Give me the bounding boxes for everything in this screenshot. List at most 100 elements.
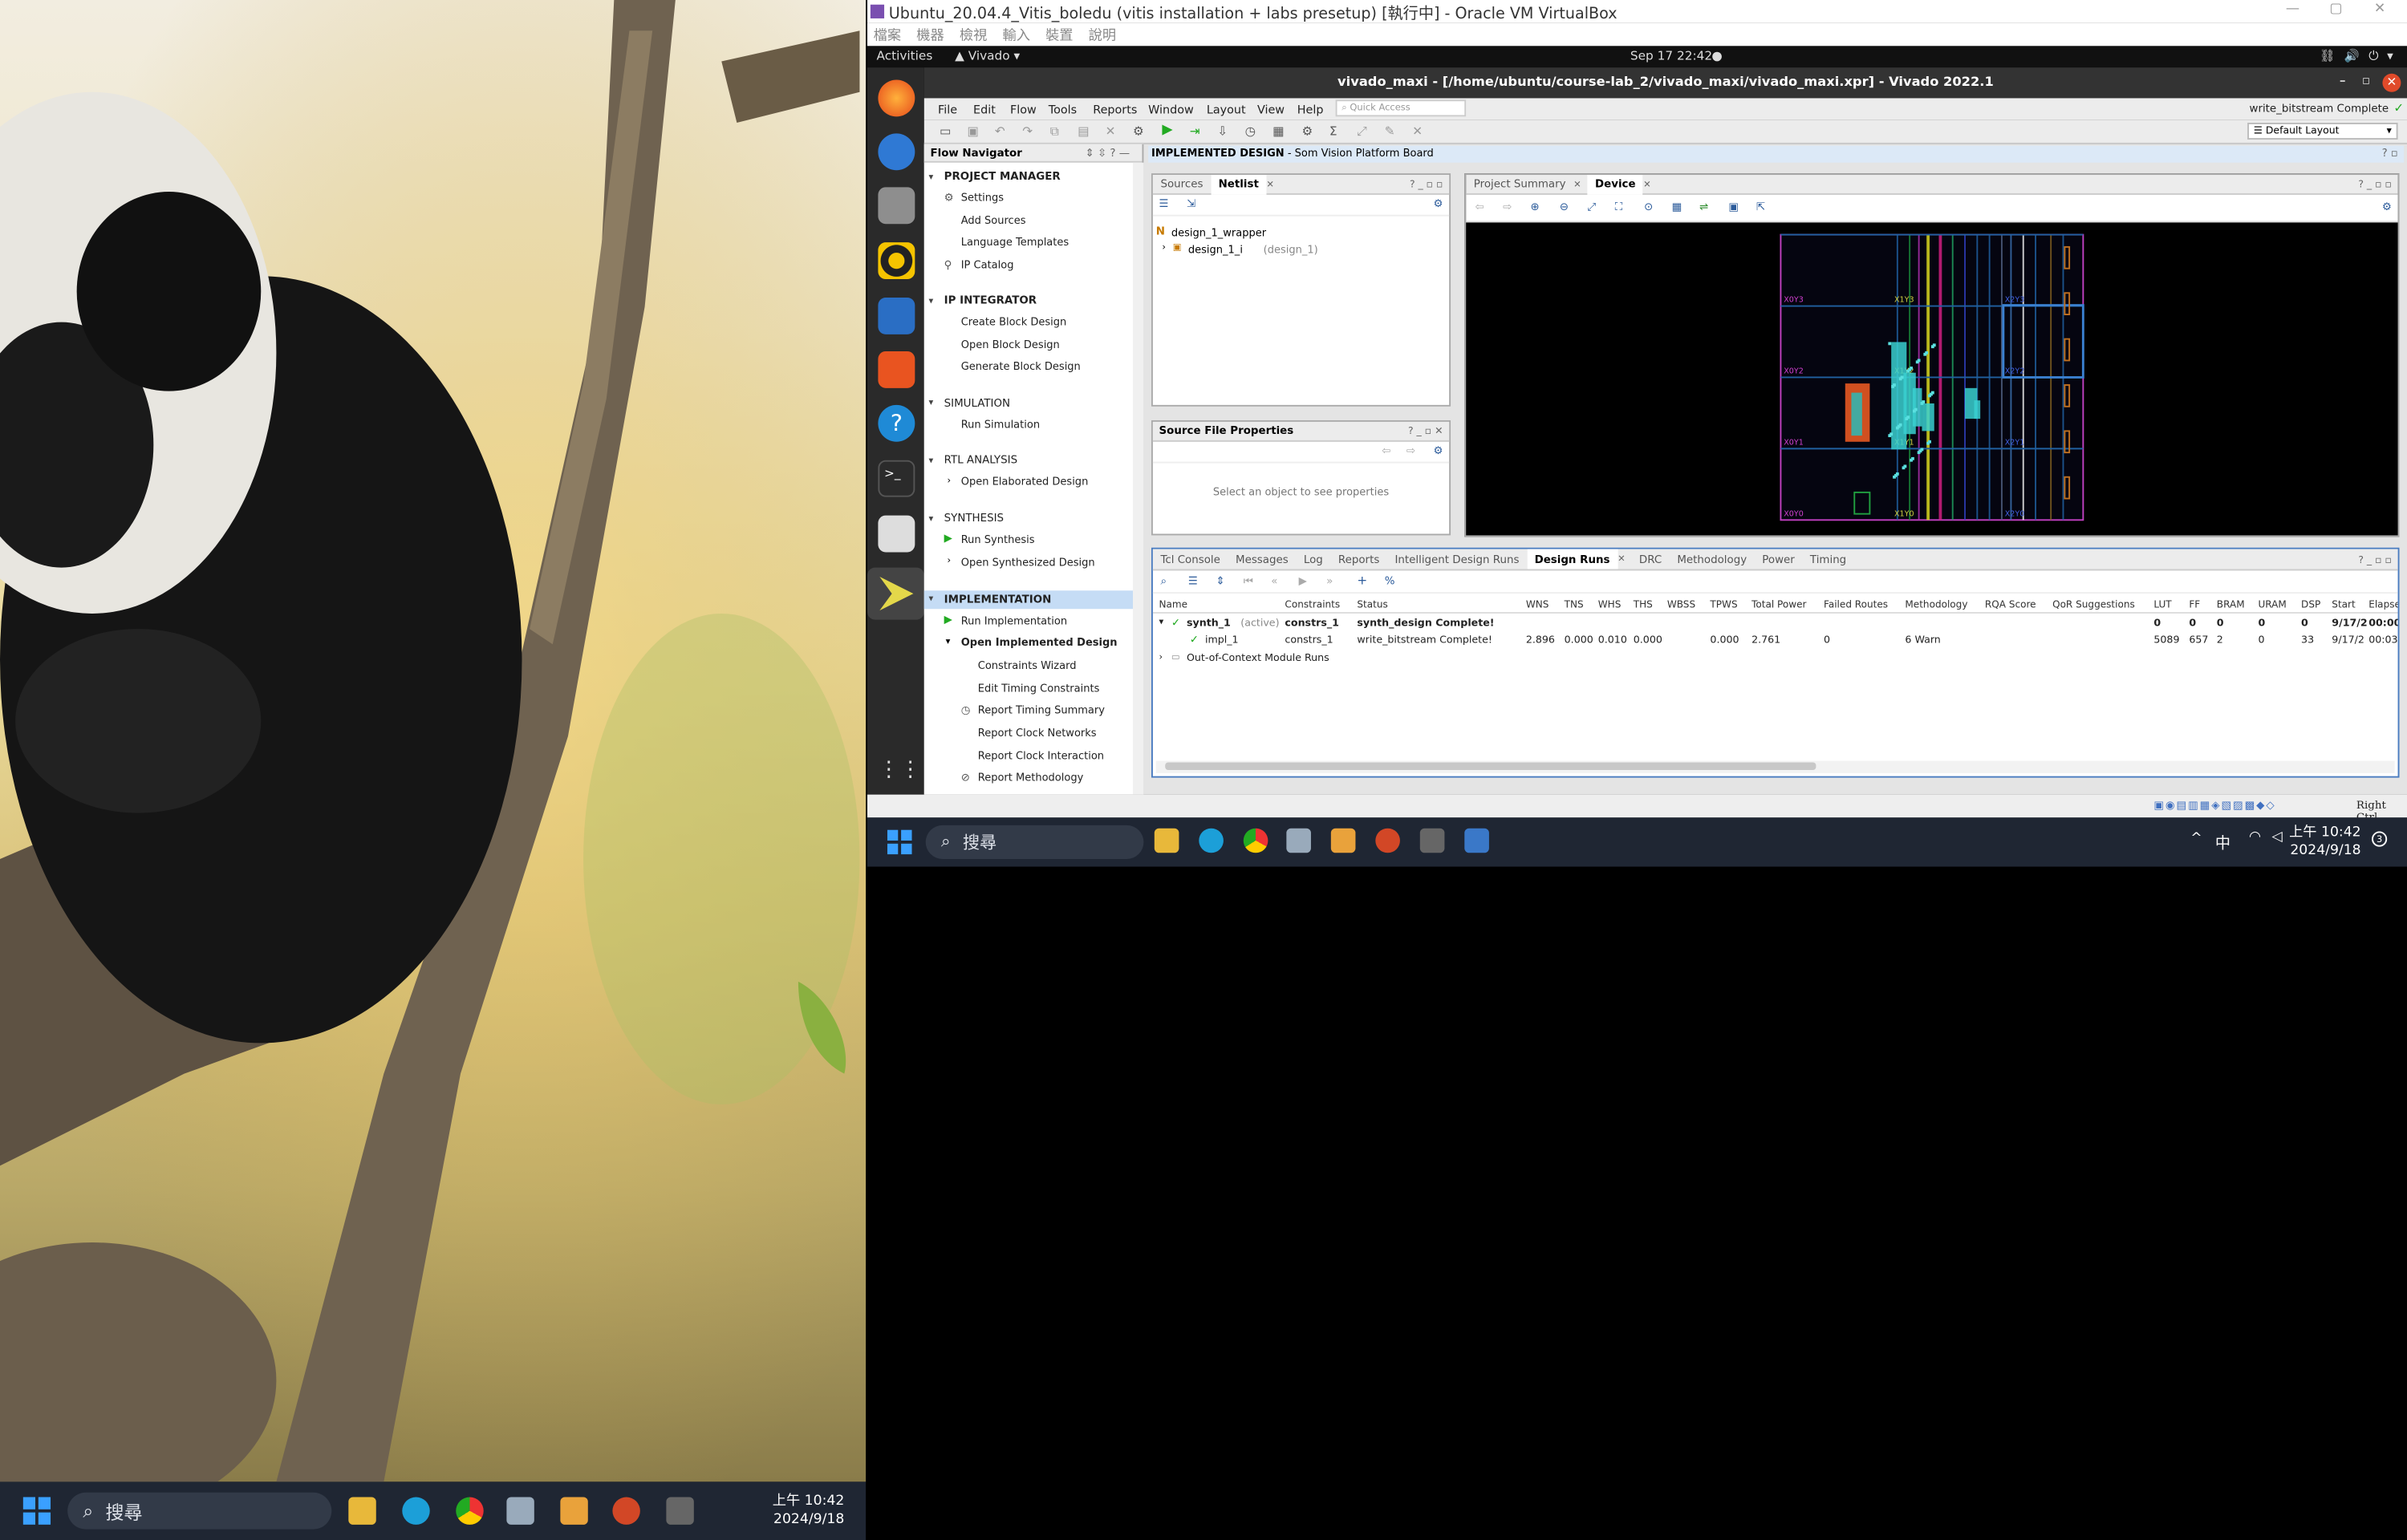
scrollbar-thumb[interactable]	[1165, 762, 1816, 771]
panel-controls-icon[interactable]: ? ▫	[2382, 146, 2398, 163]
nav-item-open-block-design[interactable]: Open Block Design	[961, 339, 1060, 351]
column-header[interactable]: Failed Routes	[1824, 600, 1888, 610]
chevron-down-icon[interactable]: ▾	[929, 296, 934, 306]
column-header[interactable]: Elapsed	[2368, 600, 2397, 610]
thunderbird-icon[interactable]	[878, 133, 915, 171]
chevron-down-icon[interactable]: ▾	[946, 637, 951, 647]
tab-tcl-console[interactable]: Tcl Console	[1153, 549, 1228, 569]
nav-section-simulation[interactable]: SIMULATION	[944, 397, 1010, 409]
panel-controls-icon[interactable]: ? _ ▫ ▫	[2358, 553, 2392, 565]
close-tab-icon[interactable]: ✕	[1573, 179, 1581, 189]
tab-sources[interactable]: Sources	[1153, 174, 1211, 194]
virtualbox-icon[interactable]	[506, 1497, 534, 1525]
notification-badge[interactable]: 3	[2372, 831, 2388, 847]
edit-icon[interactable]: ✎	[1385, 124, 1395, 138]
maximize-icon[interactable]: ▢	[2329, 2, 2342, 17]
rhythmbox-icon[interactable]	[878, 242, 915, 280]
menu-tools[interactable]: Tools	[1049, 103, 1077, 116]
save-icon[interactable]: ▣	[967, 124, 978, 138]
windows-start-icon[interactable]	[22, 1497, 51, 1525]
nav-item-settings[interactable]: Settings	[961, 192, 1004, 204]
step-icon[interactable]: ⇥	[1190, 124, 1200, 138]
column-header[interactable]: URAM	[2258, 600, 2286, 610]
network-icon[interactable]: ⛓	[2320, 49, 2335, 63]
files-icon[interactable]	[878, 187, 915, 225]
tab-power[interactable]: Power	[1755, 549, 1803, 569]
host-search-box[interactable]: ⌕ 搜尋	[925, 825, 1144, 859]
zoom-in-icon[interactable]: ⊕	[1531, 201, 1540, 213]
report-icon[interactable]: ▦	[1273, 124, 1284, 138]
ime-indicator[interactable]: 中	[2215, 830, 2230, 853]
tab-device[interactable]: Device	[1587, 174, 1644, 194]
back-icon[interactable]: ⇦	[1382, 445, 1390, 457]
powerpoint-icon[interactable]	[1375, 828, 1400, 853]
system-menu-chevron-icon[interactable]: ▾	[2387, 49, 2393, 63]
column-header[interactable]: FF	[2189, 600, 2200, 610]
windows-start-icon[interactable]	[887, 829, 912, 855]
expand-icon[interactable]: ⇲	[1187, 198, 1195, 210]
terminal-icon[interactable]: >_	[878, 460, 915, 497]
select-icon[interactable]: ▣	[1728, 201, 1739, 213]
vivado-dock-item[interactable]	[867, 567, 924, 620]
wifi-icon[interactable]: ◠	[2249, 830, 2261, 845]
add-run-icon[interactable]: +	[1357, 573, 1367, 587]
collapse-all-icon[interactable]: ☰	[1188, 575, 1198, 587]
chevron-down-icon[interactable]: ▾	[929, 514, 934, 525]
close-tab-icon[interactable]: ✕	[1643, 179, 1651, 189]
nav-item-ip-catalog[interactable]: IP Catalog	[961, 259, 1014, 271]
nav-item-language-templates[interactable]: Language Templates	[961, 237, 1069, 249]
chevron-right-icon[interactable]: ›	[948, 476, 952, 486]
vm-menu-view[interactable]: 檢視	[960, 25, 987, 44]
power-icon[interactable]: ⏻	[2368, 49, 2378, 64]
column-header[interactable]: Methodology	[1905, 600, 1967, 610]
virtualbox-icon[interactable]	[1286, 828, 1311, 853]
nav-item-report-clock-interaction[interactable]: Report Clock Interaction	[978, 750, 1104, 762]
chevron-right-icon[interactable]: ›	[948, 555, 952, 565]
tab-intelligent-design-runs[interactable]: Intelligent Design Runs	[1387, 549, 1527, 569]
nav-item-open-synthesized-design[interactable]: Open Synthesized Design	[961, 557, 1095, 569]
column-header[interactable]: TNS	[1565, 600, 1584, 610]
nav-item-report-methodology[interactable]: Report Methodology	[978, 772, 1084, 784]
play-icon[interactable]: ▶	[1299, 575, 1307, 587]
edge-browser-icon[interactable]	[402, 1497, 430, 1525]
firefox-icon[interactable]	[878, 79, 915, 117]
panel-controls-icon[interactable]: ⇕ ⇳ ? —	[1085, 144, 1130, 163]
menu-view[interactable]: View	[1257, 103, 1285, 116]
tab-log[interactable]: Log	[1296, 549, 1330, 569]
paste-icon[interactable]: ▤	[1078, 124, 1089, 138]
nav-item-report-timing-summary[interactable]: Report Timing Summary	[978, 704, 1105, 716]
vm-status-icons[interactable]: ▣◉▤▥▦◈▧▨▩◆◇	[2153, 799, 2275, 811]
search-icon[interactable]: ⌕	[1160, 575, 1167, 589]
show-apps-icon[interactable]: ⋮⋮	[878, 752, 921, 788]
column-header[interactable]: Total Power	[1751, 600, 1806, 610]
panel-controls-icon[interactable]: ? _ ▫ ✕	[1408, 425, 1443, 437]
nav-item-add-sources[interactable]: Add Sources	[961, 215, 1026, 227]
nav-section-synthesis[interactable]: SYNTHESIS	[944, 513, 1004, 525]
gear-icon[interactable]: ⚙	[2382, 201, 2392, 213]
column-header[interactable]: RQA Score	[1985, 600, 2036, 610]
nav-section-implementation[interactable]: IMPLEMENTATION	[944, 594, 1052, 606]
program-icon[interactable]: ⇩	[1217, 124, 1228, 138]
gear-icon[interactable]: ⚙	[1433, 445, 1443, 457]
menu-window[interactable]: Window	[1148, 103, 1194, 116]
forward-icon[interactable]: ⇨	[1406, 445, 1415, 457]
close-tab-icon[interactable]: ✕	[1266, 179, 1274, 189]
nav-item-edit-timing-constraints[interactable]: Edit Timing Constraints	[978, 683, 1100, 695]
column-header[interactable]: LUT	[2153, 600, 2171, 610]
writer-icon[interactable]	[878, 298, 915, 334]
vivado-titlebar[interactable]: vivado_maxi - [/home/ubuntu/course-lab_2…	[923, 67, 2407, 99]
snipping-tool-icon[interactable]	[666, 1497, 694, 1525]
cancel-icon[interactable]: ✕	[1412, 124, 1423, 138]
vm-menu-help[interactable]: 說明	[1089, 25, 1116, 44]
horizontal-scrollbar[interactable]	[1155, 760, 2395, 773]
panel-controls-icon[interactable]: ? _ ▫ ▫	[2358, 178, 2392, 190]
zoom-out-icon[interactable]: ⊖	[1560, 201, 1569, 213]
close-icon[interactable]: ✕	[2382, 73, 2401, 92]
snipping-tool-icon[interactable]	[1419, 828, 1445, 853]
nav-item-create-block-design[interactable]: Create Block Design	[961, 316, 1067, 328]
routing-icon[interactable]: ⇌	[1699, 201, 1708, 213]
flyline-icon[interactable]: ⇱	[1756, 201, 1765, 213]
menu-edit[interactable]: Edit	[973, 103, 996, 116]
column-header[interactable]: BRAM	[2217, 600, 2245, 610]
help-icon[interactable]: ?	[878, 404, 915, 442]
